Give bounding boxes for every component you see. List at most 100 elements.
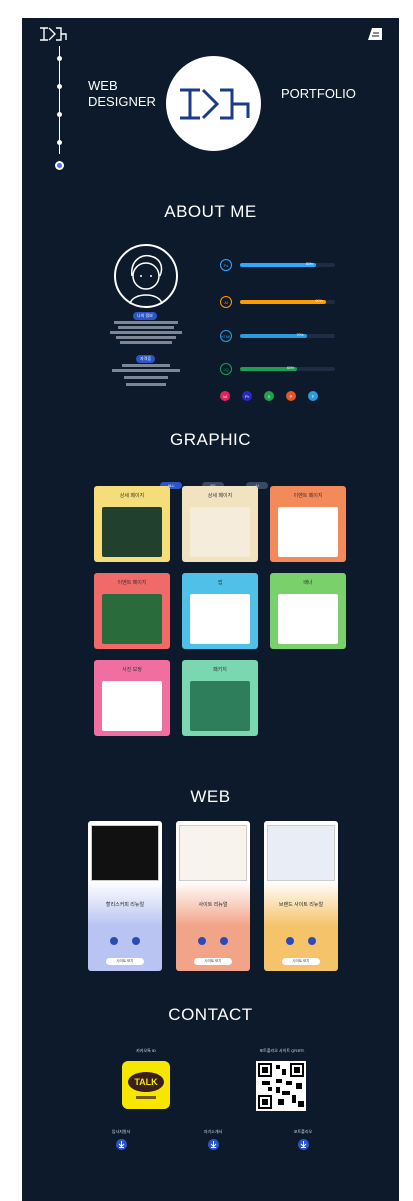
skill-icon: Ps xyxy=(220,259,232,271)
download-cover-letter-label: 자기소개서 xyxy=(203,1129,223,1134)
skill-percent: 90% xyxy=(315,299,323,303)
cert-text xyxy=(108,363,184,388)
graphic-card[interactable]: 패키지 xyxy=(182,660,258,736)
skill-bar-fill xyxy=(240,263,316,267)
web-project-card: 브랜드 사이트 리뉴얼사이트 보기 xyxy=(264,821,338,971)
graphic-card[interactable]: 앱 xyxy=(182,573,258,649)
hero-designer: DESIGNER xyxy=(88,94,156,109)
graphic-card-thumbnail xyxy=(102,681,162,731)
web-screenshot[interactable] xyxy=(267,825,335,881)
graphic-card-title: 이벤트 페이지 xyxy=(117,580,147,586)
menu-icon[interactable] xyxy=(368,28,382,40)
skill-percent: 70% xyxy=(296,333,304,337)
search-icon xyxy=(132,937,140,945)
graphic-card[interactable]: 상세 페이지 xyxy=(182,486,258,562)
tool-icon: P xyxy=(286,391,296,401)
nav-dot-about[interactable] xyxy=(57,56,62,61)
skill-bar: 90% xyxy=(240,299,335,304)
graphic-title: GRAPHIC xyxy=(170,430,251,449)
tag-cert: 자격증 xyxy=(136,355,156,363)
about-title: ABOUT ME xyxy=(164,202,257,221)
web-title: WEB xyxy=(190,787,231,806)
kakao-icon[interactable]: TALK xyxy=(122,1061,170,1109)
user-icon xyxy=(110,937,118,945)
download-portfolio-label: 포트폴리오 xyxy=(293,1129,313,1134)
kakao-talk-text: TALK xyxy=(128,1072,164,1092)
graphic-card-title: 앱 xyxy=(217,580,223,586)
graphic-card[interactable]: 사진 보정 xyxy=(94,660,170,736)
graphic-card[interactable]: 이벤트 페이지 xyxy=(270,486,346,562)
graphic-card[interactable]: 상세 페이지 xyxy=(94,486,170,562)
nav-dot-web[interactable] xyxy=(57,112,62,117)
nav-dot-contact[interactable] xyxy=(57,140,62,145)
user-icon xyxy=(198,937,206,945)
contact-title: CONTACT xyxy=(168,1005,253,1024)
view-site-button[interactable]: 사이트 보기 xyxy=(194,958,232,965)
hero-left-text: WEB DESIGNER xyxy=(88,78,156,110)
hero-logo-icon xyxy=(179,88,249,119)
tool-icon: Id xyxy=(220,391,230,401)
qr-code-icon[interactable] xyxy=(256,1061,306,1111)
web-project-title: 할리스커피 리뉴얼 xyxy=(105,902,145,908)
graphic-card-thumbnail xyxy=(190,594,250,644)
web-screenshot[interactable] xyxy=(91,825,159,881)
download-icon[interactable] xyxy=(115,1139,127,1150)
graphic-card[interactable]: 이벤트 페이지 xyxy=(94,573,170,649)
graphic-card-title: 사진 보정 xyxy=(122,667,142,673)
hero-portfolio: PORTFOLIO xyxy=(281,86,356,101)
graphic-card[interactable]: 배너 xyxy=(270,573,346,649)
download-cover-letter[interactable]: 자기소개서 xyxy=(178,1129,248,1150)
web-project-card: 할리스커피 리뉴얼사이트 보기 xyxy=(88,821,162,971)
graphic-card-thumbnail xyxy=(278,594,338,644)
graphic-card-thumbnail xyxy=(102,507,162,557)
user-icon xyxy=(286,937,294,945)
graphic-card-title: 상세 페이지 xyxy=(119,493,145,499)
skill-icon: JQ xyxy=(220,363,232,375)
graphic-card-title: 이벤트 페이지 xyxy=(293,493,323,499)
skill-icon: HTML xyxy=(220,330,232,342)
skill-row: HTML 70% xyxy=(220,330,340,342)
tool-icon: Pr xyxy=(242,391,252,401)
download-icon[interactable] xyxy=(297,1139,309,1150)
avatar xyxy=(114,244,178,308)
skill-bar-fill xyxy=(240,300,326,304)
qr-label: 포트폴리오 사이트 QR코드 xyxy=(259,1048,305,1053)
hero-logo-circle xyxy=(166,56,261,151)
web-project-title: 브랜드 사이트 리뉴얼 xyxy=(278,902,324,908)
search-icon xyxy=(308,937,316,945)
skill-percent: 60% xyxy=(287,366,295,370)
graphic-card-thumbnail xyxy=(102,594,162,644)
skill-row: Ai 90% xyxy=(220,296,340,308)
graphic-card-title: 상세 페이지 xyxy=(207,493,233,499)
skill-row: JQ 60% xyxy=(220,363,340,375)
download-portfolio[interactable]: 포트폴리오 xyxy=(268,1129,338,1150)
skill-percent: 80% xyxy=(306,262,314,266)
graphic-card-title: 배너 xyxy=(303,580,313,586)
section-nav-line xyxy=(59,46,60,154)
tag-info: 나의 정보 xyxy=(133,312,157,320)
graphic-card-thumbnail xyxy=(190,681,250,731)
skill-row: Ps 80% xyxy=(220,259,340,271)
download-resume-label: 입사지원서 xyxy=(111,1129,131,1134)
web-project-card: 사이트 리뉴얼사이트 보기 xyxy=(176,821,250,971)
download-resume[interactable]: 입사지원서 xyxy=(86,1129,156,1150)
logo-mark[interactable] xyxy=(39,26,67,42)
graphic-card-thumbnail xyxy=(190,507,250,557)
view-site-button[interactable]: 사이트 보기 xyxy=(106,958,144,965)
hero-web: WEB xyxy=(88,78,118,93)
portfolio-page: WEB DESIGNER PORTFOLIO ABOUT ME 나의 정보 자격… xyxy=(22,18,399,1201)
tool-icon: X xyxy=(264,391,274,401)
web-screenshot[interactable] xyxy=(179,825,247,881)
download-icon[interactable] xyxy=(207,1139,219,1150)
tool-icon: F xyxy=(308,391,318,401)
nav-dot-graphic[interactable] xyxy=(57,84,62,89)
kakao-label: 카카오톡 ID xyxy=(136,1048,156,1053)
skill-bar: 80% xyxy=(240,262,335,267)
graphic-card-title: 패키지 xyxy=(213,667,227,673)
skill-bar: 70% xyxy=(240,333,335,338)
skill-bar: 60% xyxy=(240,366,335,371)
web-project-title: 사이트 리뉴얼 xyxy=(198,902,228,908)
nav-dot-current[interactable] xyxy=(55,161,64,170)
view-site-button[interactable]: 사이트 보기 xyxy=(282,958,320,965)
search-icon xyxy=(220,937,228,945)
